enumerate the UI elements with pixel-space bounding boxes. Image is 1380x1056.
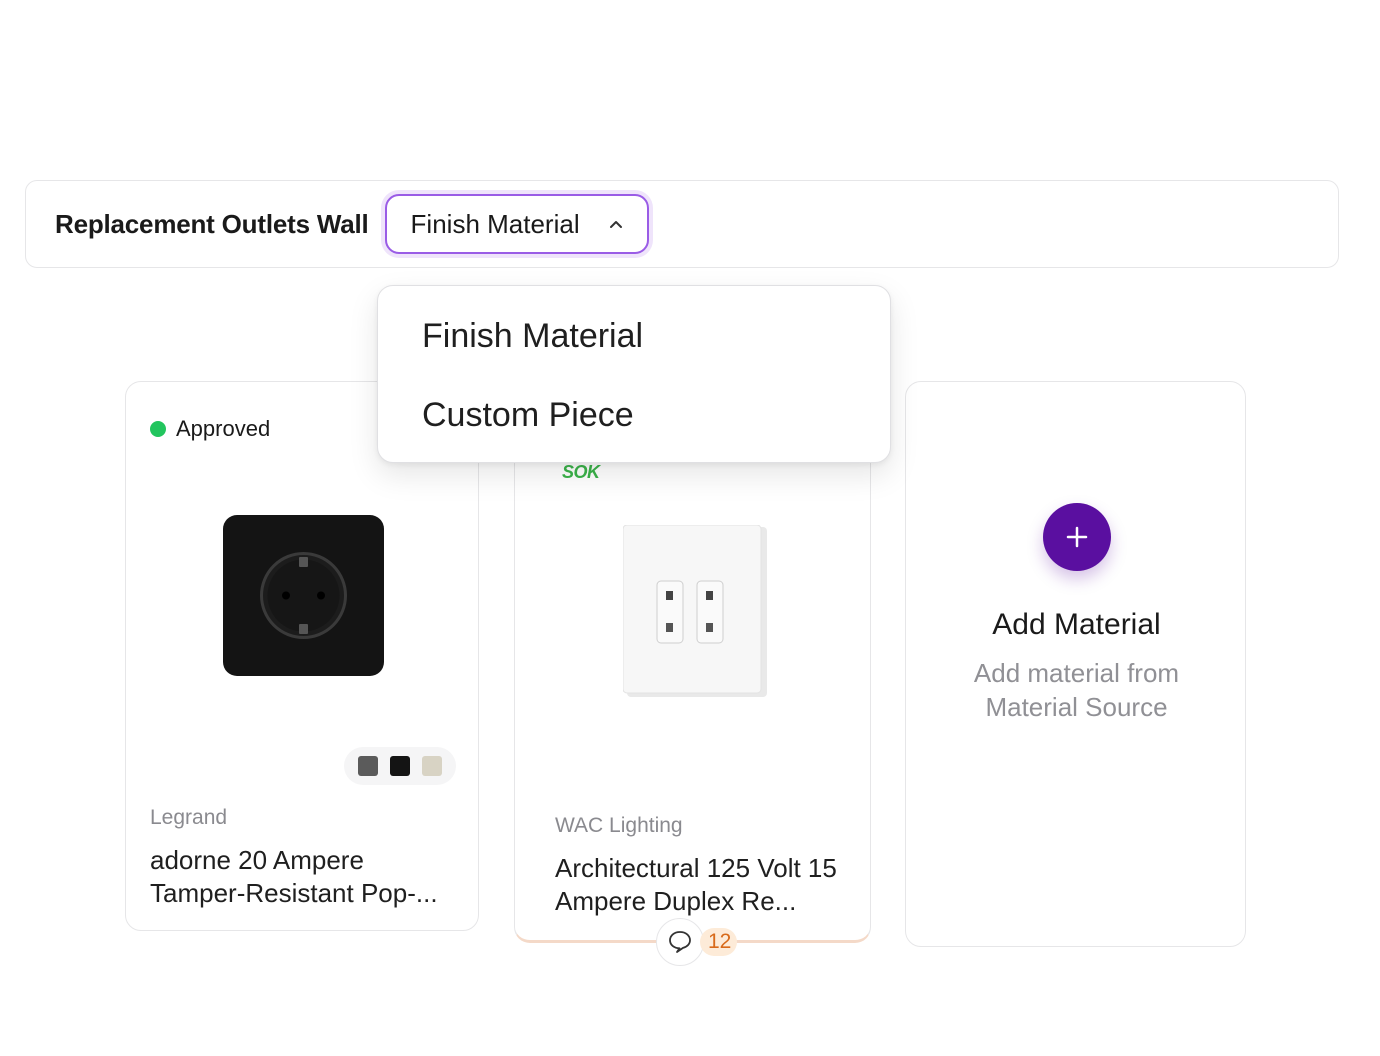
comment-bubble-icon — [669, 931, 691, 953]
add-material-card[interactable]: Add Material Add material from Material … — [905, 381, 1246, 947]
brand-name: Legrand — [150, 806, 228, 829]
swatch-cream[interactable] — [422, 756, 442, 776]
comments-indicator[interactable]: 12 — [656, 918, 738, 966]
add-material-title: Add Material — [992, 608, 1161, 641]
material-type-dropdown: Finish Material Custom Piece — [377, 285, 891, 463]
status-label: Approved — [176, 416, 271, 441]
comment-count: 12 — [700, 928, 738, 956]
dropdown-option-custom-piece[interactable]: Custom Piece — [378, 387, 890, 466]
plus-icon — [1066, 526, 1088, 548]
product-image — [223, 515, 384, 676]
swatch-black[interactable] — [390, 756, 410, 776]
dropdown-option-finish-material[interactable]: Finish Material — [378, 308, 890, 387]
material-type-select-value: Finish Material — [410, 208, 580, 239]
add-material-button[interactable] — [1043, 503, 1111, 571]
page-title: Replacement Outlets Wall — [55, 208, 369, 239]
status-badge: Approved — [150, 416, 270, 442]
add-material-subtitle: Add material from Material Source — [973, 658, 1180, 722]
product-name: Architectural 125 Volt 15 Ampere Duplex … — [555, 853, 837, 916]
product-image — [623, 525, 767, 697]
chevron-up-icon — [609, 221, 622, 228]
product-name: adorne 20 Ampere Tamper-Resistant Pop-..… — [150, 845, 438, 908]
material-type-select[interactable]: Finish Material — [384, 194, 649, 254]
color-swatches — [344, 747, 456, 785]
toolbar: Replacement Outlets Wall Finish Material — [25, 180, 1339, 268]
comment-button[interactable] — [656, 918, 704, 966]
status-dot-icon — [150, 421, 166, 437]
brand-name: WAC Lighting — [555, 814, 683, 837]
swatch-grey[interactable] — [358, 756, 378, 776]
